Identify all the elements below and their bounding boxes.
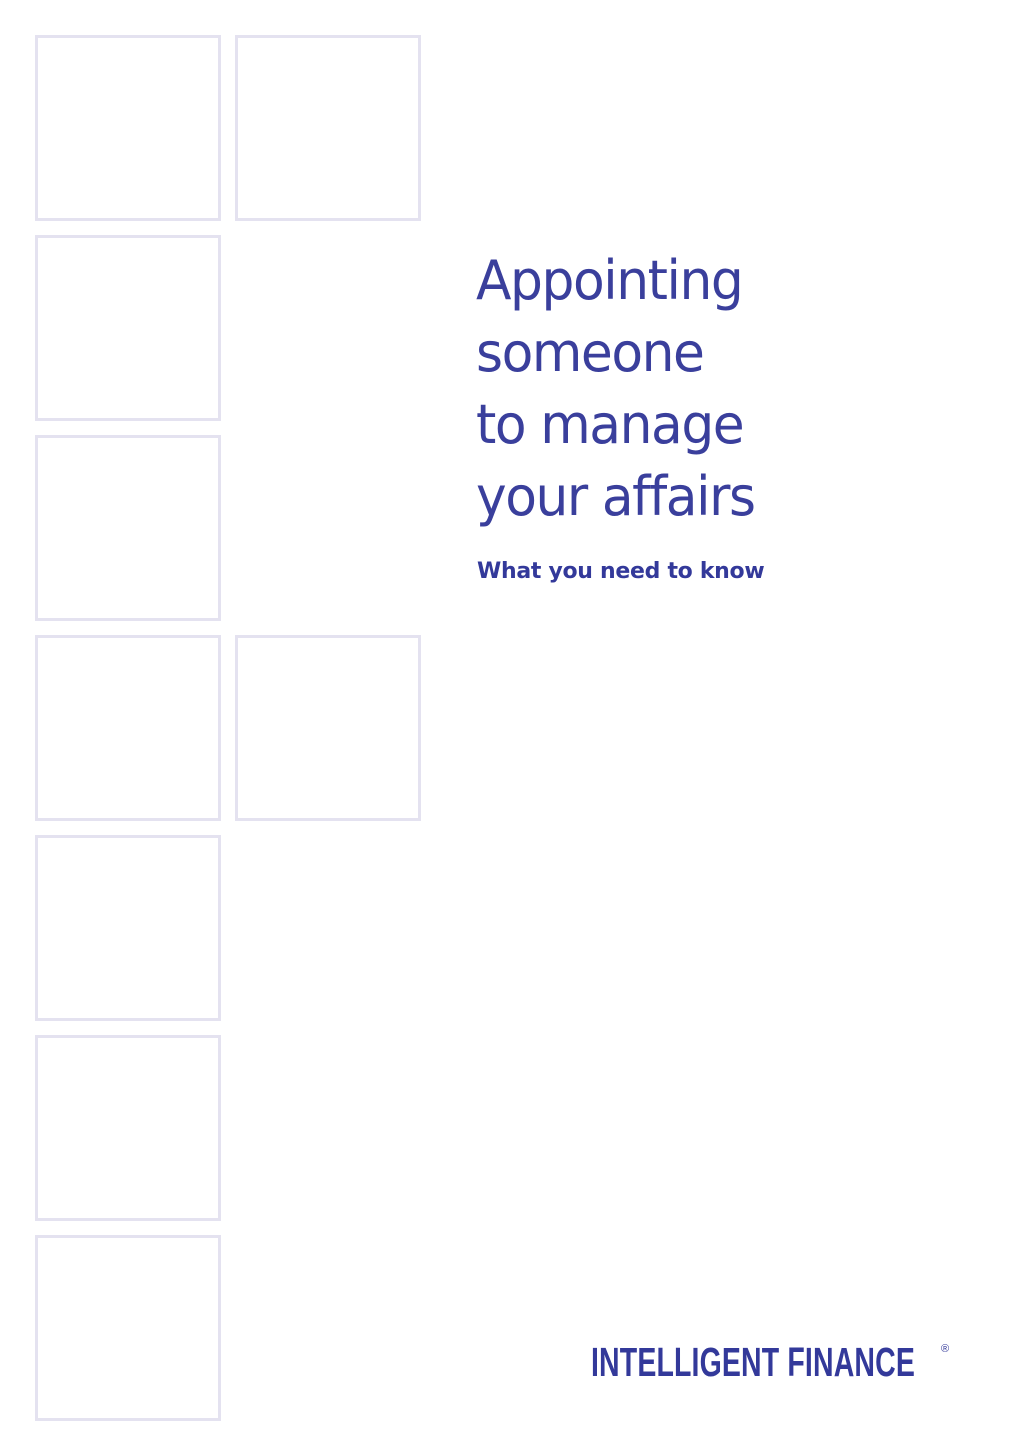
decorative-tile (235, 635, 421, 821)
title-line: someone (476, 321, 705, 384)
brand-logo: INTELLIGENT FINANCE ® (591, 1340, 1020, 1384)
decorative-tile (35, 35, 221, 221)
document-subtitle: What you need to know (477, 559, 765, 584)
decorative-tile (35, 435, 221, 621)
decorative-tile (35, 1035, 221, 1221)
title-line: Appointing (476, 249, 744, 312)
registered-mark-icon: ® (941, 1343, 950, 1355)
title-line: to manage (476, 393, 745, 456)
document-title: Appointing someone to manage your affair… (476, 245, 766, 533)
decorative-tile (35, 835, 221, 1021)
decorative-tile (35, 1235, 221, 1421)
brand-logo-wordmark: INTELLIGENT FINANCE (591, 1339, 915, 1385)
decorative-tile (235, 35, 421, 221)
decorative-tile (35, 635, 221, 821)
decorative-tile (35, 235, 221, 421)
title-line: your affairs (476, 465, 756, 528)
